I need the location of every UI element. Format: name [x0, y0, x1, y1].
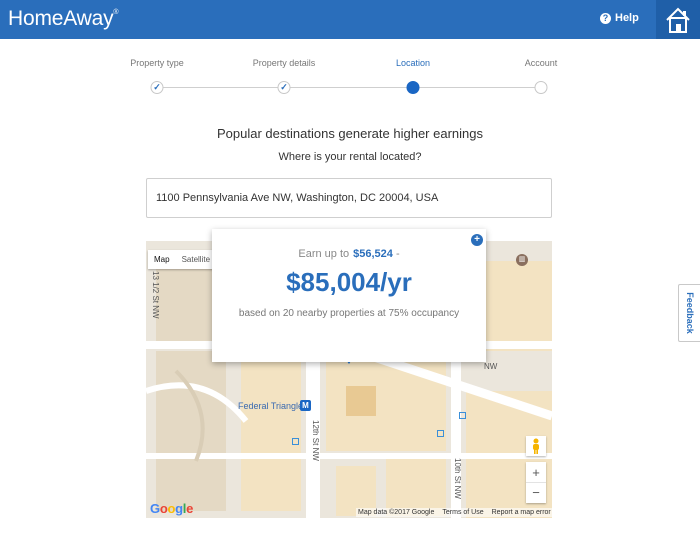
map-data-text: Map data ©2017 Google	[358, 509, 435, 516]
step-label-property-type: Property type	[130, 58, 184, 68]
progress-stepper: Property type Property details Location …	[0, 56, 700, 96]
earn-high-value: $85,004/yr	[286, 267, 412, 297]
pegman-icon	[533, 438, 539, 454]
step-dot-property-type[interactable]: ✓	[150, 81, 164, 94]
zoom-out-button[interactable]: −	[526, 482, 546, 502]
zoom-control: + −	[526, 462, 546, 503]
earn-prefix: Earn up to	[298, 248, 350, 260]
help-label: Help	[615, 12, 639, 24]
street-label-12th: 12th St NW	[311, 420, 320, 461]
step-dot-property-details[interactable]: ✓	[277, 81, 291, 94]
house-icon-button[interactable]	[656, 0, 700, 39]
brand-name: HomeAway	[8, 7, 114, 30]
headline: Popular destinations generate higher ear…	[217, 126, 483, 141]
step-dot-location	[406, 81, 420, 94]
map-tab-map[interactable]: Map	[148, 250, 176, 269]
feedback-tab[interactable]: Feedback	[678, 284, 700, 342]
bus-stop-icon[interactable]	[459, 412, 466, 419]
check-icon: ✓	[280, 82, 288, 92]
zoom-in-button[interactable]: +	[526, 462, 546, 482]
top-bar: HomeAway® ? Help	[0, 0, 700, 39]
bus-stop-icon[interactable]	[437, 430, 444, 437]
street-label-10th: 10th St NW	[453, 458, 462, 499]
terms-of-use-link[interactable]: Terms of Use	[442, 509, 483, 516]
street-view-pegman-icon[interactable]	[526, 436, 546, 456]
location-question: Where is your rental located?	[278, 151, 422, 163]
bus-stop-icon[interactable]	[292, 438, 299, 445]
address-input[interactable]	[146, 178, 552, 218]
place-label-federal-triangle: Federal Triangle	[238, 401, 304, 411]
house-icon	[666, 7, 690, 33]
step-label-property-details: Property details	[252, 58, 316, 68]
expand-plus-icon[interactable]: +	[471, 234, 483, 246]
earn-basis: based on 20 nearby properties at 75% occ…	[238, 308, 460, 319]
google-logo[interactable]: Google	[150, 501, 193, 516]
museum-icon[interactable]: ▥	[516, 254, 528, 266]
step-label-account: Account	[524, 58, 558, 68]
step-dot-account	[534, 81, 548, 94]
map-type-control: Map Satellite	[148, 250, 217, 269]
question-icon: ?	[600, 12, 611, 24]
help-link[interactable]: ? Help	[600, 12, 639, 24]
earn-dash: -	[395, 248, 400, 260]
feedback-label: Feedback	[684, 292, 695, 334]
street-label-nw: NW	[484, 362, 498, 371]
earn-low-value: $56,524	[353, 248, 393, 260]
earn-range: Earn up to $56,524 -	[212, 248, 486, 260]
report-map-error-link[interactable]: Report a map error	[492, 509, 551, 516]
stepper-track	[157, 87, 541, 88]
homeaway-logo[interactable]: HomeAway®	[8, 7, 119, 31]
metro-icon[interactable]: M	[300, 400, 311, 411]
map-tab-satellite[interactable]: Satellite	[176, 250, 216, 269]
street-label-13-half: 13 1/2 St NW	[151, 271, 160, 319]
step-label-location: Location	[395, 58, 431, 68]
map-attribution: Map data ©2017 Google Terms of Use Repor…	[356, 508, 553, 517]
check-icon: ✓	[153, 82, 161, 92]
